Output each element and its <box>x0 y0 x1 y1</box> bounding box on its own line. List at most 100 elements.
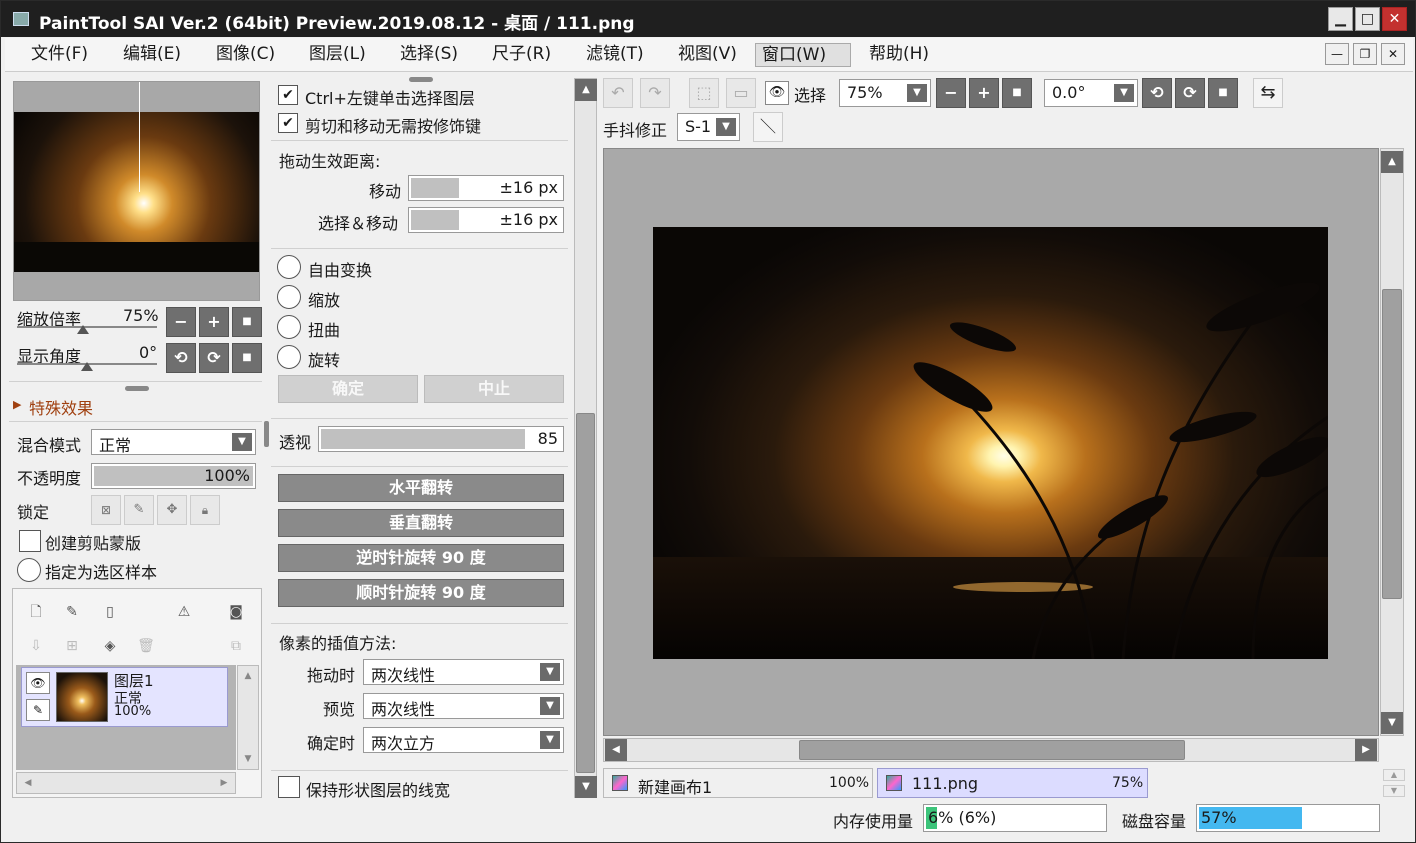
select-move-distance-field[interactable]: ±16 px <box>408 207 564 233</box>
scale-radio[interactable] <box>277 285 301 309</box>
scroll-up-icon[interactable]: ▲ <box>238 666 258 686</box>
zoom-in-button[interactable]: + <box>199 307 229 337</box>
redo-icon[interactable]: ↷ <box>640 78 670 108</box>
flip-horizontal-button[interactable]: 水平翻转 <box>278 474 564 502</box>
clip-mask-checkbox[interactable] <box>19 530 41 552</box>
stabilizer-select[interactable]: S-1 ▼ <box>677 113 740 141</box>
new-folder-icon[interactable]: ▯ <box>99 601 121 623</box>
options-vscroll[interactable]: ▲ ▼ <box>574 78 597 798</box>
zoom-select[interactable]: 75% ▼ <box>839 79 931 107</box>
invert-selection-icon[interactable]: ▭ <box>726 78 756 108</box>
ctrl-click-checkbox[interactable]: ✔ <box>278 85 298 105</box>
canvas-vscroll-thumb[interactable] <box>1382 289 1402 599</box>
new-layer-icon[interactable]: 🗋︎ <box>25 601 47 623</box>
scroll-down-icon[interactable]: ▼ <box>238 749 258 769</box>
flip-view-icon[interactable]: ⇆ <box>1253 78 1283 108</box>
mdi-close-button[interactable]: ✕ <box>1381 43 1405 65</box>
lock-transparency-icon[interactable]: ⊠ <box>91 495 121 525</box>
keep-stroke-checkbox[interactable] <box>278 776 300 798</box>
canvas-hscroll[interactable]: ◀ ▶ <box>603 738 1379 762</box>
no-modifier-checkbox[interactable]: ✔ <box>278 113 298 133</box>
menu-help[interactable]: 帮助(H) <box>863 43 935 67</box>
undo-icon[interactable]: ↶ <box>603 78 633 108</box>
toolbar-zoom-out-button[interactable]: − <box>936 78 966 108</box>
menu-filter[interactable]: 滤镜(T) <box>580 43 650 67</box>
minimize-button[interactable]: ▁ <box>1328 7 1353 31</box>
scroll-left-icon[interactable]: ◀ <box>19 773 37 793</box>
ok-button[interactable]: 确定 <box>278 375 418 403</box>
canvas-area[interactable] <box>603 148 1379 736</box>
drag-interp-select[interactable]: 两次线性 ▼ <box>363 659 564 685</box>
menu-layer[interactable]: 图层(L) <box>303 43 372 67</box>
preview-interp-select[interactable]: 两次线性 ▼ <box>363 693 564 719</box>
lock-all-icon[interactable]: 🔒︎ <box>190 495 220 525</box>
toolbar-rotate-right-button[interactable]: ⟳ <box>1175 78 1205 108</box>
menu-edit[interactable]: 编辑(E) <box>117 43 187 67</box>
menu-ruler[interactable]: 尺子(R) <box>486 43 557 67</box>
rotate-radio[interactable] <box>277 345 301 369</box>
layer-vscroll[interactable]: ▲ ▼ <box>237 665 259 770</box>
zoom-reset-button[interactable]: ■ <box>232 307 262 337</box>
panel-splitter[interactable] <box>264 421 269 447</box>
clear-layer-icon[interactable]: ◈ <box>99 635 121 657</box>
selection-sample-radio[interactable] <box>17 558 41 582</box>
close-button[interactable]: ✕ <box>1382 7 1407 31</box>
layer-row[interactable]: 👁︎ ✎ 图层1 正常 100% <box>21 667 228 727</box>
tab-new-canvas[interactable]: 新建画布1 100% <box>603 768 873 798</box>
toolbar-rotate-reset-button[interactable]: ■ <box>1208 78 1238 108</box>
panel-grip[interactable] <box>409 77 433 82</box>
tab-scroll-up-icon[interactable]: ▲ <box>1383 769 1405 781</box>
lock-paint-icon[interactable]: ✎ <box>124 495 154 525</box>
navigator-preview[interactable] <box>13 81 260 301</box>
tab-111-png[interactable]: 111.png 75% <box>877 768 1148 798</box>
scroll-up-icon[interactable]: ▲ <box>1381 151 1403 173</box>
confirm-interp-select[interactable]: 两次立方 ▼ <box>363 727 564 753</box>
rotate-ccw-button[interactable]: 逆时针旋转 90 度 <box>278 544 564 572</box>
free-transform-radio[interactable] <box>277 255 301 279</box>
delete-layer-icon[interactable]: 🗑︎ <box>135 635 157 657</box>
angle-slider-thumb[interactable] <box>81 362 93 371</box>
rotate-reset-button[interactable]: ■ <box>232 343 262 373</box>
toolbar-zoom-reset-button[interactable]: ■ <box>1002 78 1032 108</box>
new-vector-layer-icon[interactable]: ✎ <box>61 601 83 623</box>
scroll-down-icon[interactable]: ▼ <box>575 776 597 798</box>
menu-view[interactable]: 视图(V) <box>672 43 743 67</box>
scroll-up-icon[interactable]: ▲ <box>575 79 597 101</box>
tab-scroll-down-icon[interactable]: ▼ <box>1383 785 1405 797</box>
opacity-field[interactable]: 100% <box>91 463 256 489</box>
toolbar-zoom-in-button[interactable]: + <box>969 78 999 108</box>
canvas-vscroll[interactable]: ▲ ▼ <box>1380 148 1404 736</box>
merge-down-icon[interactable]: ⇩ <box>25 635 47 657</box>
perspective-field[interactable]: 85 <box>318 426 564 452</box>
menu-image[interactable]: 图像(C) <box>210 43 281 67</box>
layer-hscroll[interactable]: ◀ ▶ <box>16 772 236 794</box>
zoom-slider-thumb[interactable] <box>77 325 89 334</box>
rotate-right-button[interactable]: ⟳ <box>199 343 229 373</box>
mdi-minimize-button[interactable]: — <box>1325 43 1349 65</box>
eye-icon[interactable]: 👁︎ <box>765 81 789 105</box>
scroll-down-icon[interactable]: ▼ <box>1381 712 1403 734</box>
zoom-out-button[interactable]: − <box>166 307 196 337</box>
rotate-cw-button[interactable]: 顺时针旋转 90 度 <box>278 579 564 607</box>
apply-mask-icon[interactable]: ⧉ <box>225 635 247 657</box>
canvas-hscroll-thumb[interactable] <box>799 740 1185 760</box>
angle-select[interactable]: 0.0° ▼ <box>1044 79 1138 107</box>
menu-window[interactable]: 窗口(W) <box>755 43 851 67</box>
layer-filter-icon[interactable]: ⚠︎ <box>173 601 195 623</box>
blend-mode-select[interactable]: 正常 ▼ <box>91 429 256 455</box>
deselect-icon[interactable]: ⬚ <box>689 78 719 108</box>
layer-mask-icon[interactable]: ◙ <box>225 601 247 623</box>
rotate-left-button[interactable]: ⟲ <box>166 343 196 373</box>
flip-vertical-button[interactable]: 垂直翻转 <box>278 509 564 537</box>
effects-label[interactable]: 特殊效果 <box>29 395 93 419</box>
panel-grip[interactable] <box>125 386 149 391</box>
pencil-icon[interactable]: ✎ <box>26 699 50 721</box>
menu-file[interactable]: 文件(F) <box>25 43 94 67</box>
maximize-button[interactable]: □ <box>1355 7 1380 31</box>
options-scroll-thumb[interactable] <box>576 413 595 773</box>
eye-icon[interactable]: 👁︎ <box>26 672 50 694</box>
mdi-restore-button[interactable]: ❐ <box>1353 43 1377 65</box>
move-distance-field[interactable]: ±16 px <box>408 175 564 201</box>
distort-radio[interactable] <box>277 315 301 339</box>
effects-arrow-icon[interactable]: ▶ <box>13 398 21 411</box>
